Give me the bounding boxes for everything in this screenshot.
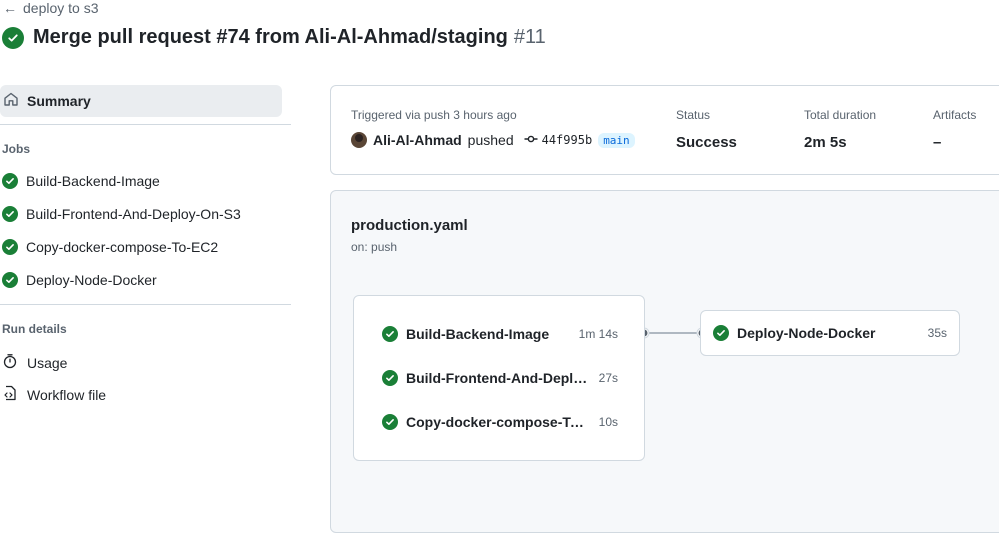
- sidebar-job-label: Deploy-Node-Docker: [26, 272, 157, 288]
- back-to-workflow-link[interactable]: ← deploy to s3: [3, 0, 99, 16]
- graph-job-name: Build-Backend-Image: [406, 326, 550, 342]
- sidebar-divider: [0, 304, 291, 305]
- duration-value: 2m 5s: [804, 134, 847, 151]
- graph-job-build-backend[interactable]: Build-Backend-Image 1m 14s: [382, 324, 618, 344]
- artifacts-value: –: [933, 134, 942, 151]
- sidebar-item-workflow-file[interactable]: Workflow file: [2, 385, 106, 404]
- sidebar-job-deploy-node[interactable]: Deploy-Node-Docker: [2, 272, 157, 288]
- graph-job-duration: 27s: [598, 371, 618, 385]
- commit-icon: [524, 133, 538, 147]
- success-check-icon: [2, 26, 24, 49]
- file-code-icon: [2, 385, 18, 404]
- graph-job-build-frontend[interactable]: Build-Frontend-And-Deploy-On-S3 27s: [382, 368, 618, 388]
- action-text: pushed: [467, 132, 514, 148]
- actor-link[interactable]: Ali-Al-Ahmad: [373, 132, 462, 148]
- graph-job-name: Build-Frontend-And-Deploy-On-S3: [406, 370, 591, 386]
- run-details-section-title: Run details: [2, 322, 67, 336]
- trigger-info: Triggered via push 3 hours ago Ali-Al-Ah…: [351, 108, 635, 148]
- graph-job-name: Copy-docker-compose-To-EC2: [406, 414, 591, 430]
- graph-job-name: Deploy-Node-Docker: [737, 325, 876, 341]
- success-check-icon: [382, 326, 398, 342]
- workflow-graph-card: production.yaml on: push Build-Backend-I…: [330, 190, 999, 533]
- graph-job-deploy-node[interactable]: Deploy-Node-Docker 35s: [700, 310, 960, 356]
- sidebar-job-label: Build-Frontend-And-Deploy-On-S3: [26, 206, 241, 222]
- sidebar-job-label: Build-Backend-Image: [26, 173, 160, 189]
- run-number: #11: [513, 26, 546, 48]
- arrow-left-icon: ←: [3, 0, 17, 16]
- sidebar-item-summary[interactable]: Summary: [0, 85, 282, 117]
- run-status-card: Triggered via push 3 hours ago Ali-Al-Ah…: [330, 85, 999, 175]
- stopwatch-icon: [2, 353, 18, 372]
- home-icon: [3, 91, 19, 112]
- job-group: Build-Backend-Image 1m 14s Build-Fronten…: [353, 295, 645, 461]
- sidebar-job-build-backend[interactable]: Build-Backend-Image: [2, 173, 160, 189]
- status-info: Status Success: [676, 108, 737, 151]
- sidebar-item-label: Workflow file: [27, 386, 107, 403]
- success-check-icon: [382, 370, 398, 386]
- success-check-icon: [2, 206, 18, 222]
- graph-job-duration: 1m 14s: [578, 327, 618, 341]
- sidebar-item-usage[interactable]: Usage: [2, 353, 67, 372]
- graph-job-duration: 10s: [598, 415, 618, 429]
- jobs-section-title: Jobs: [2, 142, 31, 156]
- success-check-icon: [2, 239, 18, 255]
- success-check-icon: [713, 325, 729, 341]
- commit-link[interactable]: 44f995b: [524, 133, 593, 147]
- status-label: Status: [676, 108, 711, 122]
- sidebar-item-label: Summary: [27, 93, 91, 109]
- page-title: Merge pull request #74 from Ali-Al-Ahmad…: [2, 26, 546, 49]
- trigger-label: Triggered via push 3 hours ago: [351, 108, 517, 122]
- duration-label: Total duration: [804, 108, 877, 122]
- status-value: Success: [676, 134, 737, 151]
- graph-job-copy-compose[interactable]: Copy-docker-compose-To-EC2 10s: [382, 412, 618, 432]
- artifacts-label: Artifacts: [933, 108, 977, 122]
- sidebar-item-label: Usage: [27, 354, 68, 371]
- sidebar-job-build-frontend[interactable]: Build-Frontend-And-Deploy-On-S3: [2, 206, 241, 222]
- success-check-icon: [2, 173, 18, 189]
- avatar[interactable]: [351, 132, 367, 148]
- sidebar-job-label: Copy-docker-compose-To-EC2: [26, 239, 219, 255]
- commit-sha: 44f995b: [541, 133, 593, 147]
- artifacts-info: Artifacts –: [933, 108, 976, 151]
- sidebar-job-copy-compose[interactable]: Copy-docker-compose-To-EC2: [2, 239, 218, 255]
- graph-job-duration: 35s: [927, 326, 947, 340]
- branch-badge[interactable]: main: [598, 132, 635, 148]
- sidebar-divider: [0, 124, 291, 125]
- success-check-icon: [382, 414, 398, 430]
- success-check-icon: [2, 272, 18, 288]
- back-link-label: deploy to s3: [23, 0, 99, 16]
- run-title: Merge pull request #74 from Ali-Al-Ahmad…: [33, 26, 508, 48]
- duration-info: Total duration 2m 5s: [804, 108, 876, 151]
